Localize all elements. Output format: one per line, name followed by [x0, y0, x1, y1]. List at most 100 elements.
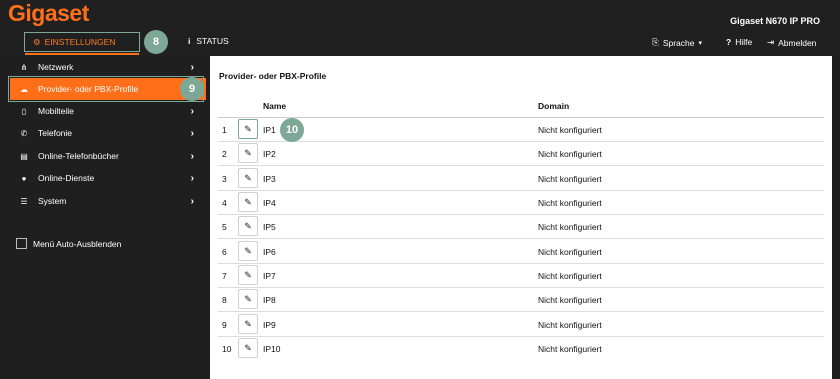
- globe-icon: ●: [21, 173, 27, 183]
- profile-name: IP9: [263, 320, 276, 330]
- profile-domain: Nicht konfiguriert: [538, 271, 602, 281]
- phone-icon: ✆: [20, 128, 28, 138]
- table-row: 2 ✎ IP2 Nicht konfiguriert: [218, 142, 824, 166]
- book-icon: ▤: [20, 151, 28, 161]
- profile-name: IP1: [263, 125, 276, 135]
- page-title: Provider- oder PBX-Profile: [219, 71, 327, 81]
- language-dropdown[interactable]: ⎘ Sprache ▾: [652, 37, 702, 48]
- row-number: 6: [222, 247, 227, 257]
- column-header-name: Name: [263, 101, 287, 111]
- profile-name: IP4: [263, 198, 276, 208]
- top-bar: Gigaset Gigaset N670 IP PRO ⚙ EINSTELLUN…: [0, 0, 840, 56]
- sidebar-item-telefonie[interactable]: ✆ Telefonie ›: [10, 122, 206, 144]
- column-header-domain: Domain: [538, 101, 570, 111]
- pencil-icon: ✎: [244, 269, 252, 280]
- table-row: 9 ✎ IP9 Nicht konfiguriert: [218, 313, 824, 337]
- autohide-checkbox[interactable]: [16, 238, 27, 249]
- tab-status-label: STATUS: [196, 36, 229, 46]
- profile-domain: Nicht konfiguriert: [538, 344, 602, 354]
- profile-domain: Nicht konfiguriert: [538, 320, 602, 330]
- edit-button[interactable]: ✎: [238, 192, 258, 212]
- sidebar-item-mobilteile[interactable]: ▯ Mobilteile ›: [10, 100, 206, 122]
- network-icon: ⋔: [20, 62, 28, 72]
- edit-button[interactable]: ✎: [238, 314, 258, 334]
- chevron-right-icon: ›: [190, 61, 194, 73]
- sidebar-item-label: Telefonie: [38, 128, 73, 138]
- sidebar-item-online-telefonbuecher[interactable]: ▤ Online-Telefonbücher ›: [10, 145, 206, 167]
- help-icon: ?: [726, 37, 732, 47]
- profile-name: IP8: [263, 295, 276, 305]
- sidebar-item-netzwerk[interactable]: ⋔ Netzwerk ›: [10, 56, 206, 78]
- profile-domain: Nicht konfiguriert: [538, 174, 602, 184]
- main-panel: Provider- oder PBX-Profile Name Domain 1…: [210, 56, 832, 379]
- sidebar-item-label: Online-Dienste: [38, 173, 95, 183]
- table-row: 5 ✎ IP5 Nicht konfiguriert: [218, 215, 824, 239]
- logout-link[interactable]: ⇥ Abmelden: [767, 37, 816, 48]
- tab-einstellungen[interactable]: ⚙ EINSTELLUNGEN: [24, 32, 140, 55]
- edit-button[interactable]: ✎: [238, 168, 258, 188]
- pencil-icon: ✎: [244, 245, 252, 256]
- language-label: Sprache: [662, 37, 695, 48]
- help-label: Hilfe: [735, 37, 753, 47]
- tab-einstellungen-label: EINSTELLUNGEN: [44, 37, 116, 47]
- sidebar-item-system[interactable]: ☰ System ›: [10, 190, 206, 212]
- edit-button[interactable]: ✎: [238, 119, 258, 139]
- row-number: 7: [222, 271, 227, 281]
- profile-domain: Nicht konfiguriert: [538, 125, 602, 135]
- table-row: 8 ✎ IP8 Nicht konfiguriert: [218, 288, 824, 312]
- table-row: 4 ✎ IP4 Nicht konfiguriert: [218, 191, 824, 215]
- callout-badge-9: 9: [180, 77, 204, 101]
- tab-status[interactable]: i STATUS: [188, 36, 229, 46]
- profile-name: IP5: [263, 222, 276, 232]
- sidebar-item-label: Provider- oder PBX-Profile: [38, 84, 139, 94]
- chevron-right-icon: ›: [190, 150, 194, 162]
- help-link[interactable]: ? Hilfe: [726, 37, 752, 47]
- sidebar-item-provider-profile[interactable]: ☁ Provider- oder PBX-Profile: [8, 76, 206, 102]
- profile-name: IP3: [263, 174, 276, 184]
- row-number: 3: [222, 174, 227, 184]
- edit-button[interactable]: ✎: [238, 338, 258, 358]
- row-number: 1: [222, 125, 227, 135]
- edit-button[interactable]: ✎: [238, 216, 258, 236]
- language-icon: ⎘: [652, 37, 659, 47]
- row-number: 4: [222, 198, 227, 208]
- row-number: 8: [222, 295, 227, 305]
- profile-domain: Nicht konfiguriert: [538, 247, 602, 257]
- edit-button[interactable]: ✎: [238, 289, 258, 309]
- handset-icon: ▯: [21, 106, 27, 116]
- table-row: 3 ✎ IP3 Nicht konfiguriert: [218, 167, 824, 191]
- sliders-icon: ☰: [20, 196, 28, 206]
- gigaset-logo[interactable]: Gigaset: [8, 0, 89, 27]
- table-row: 10 ✎ IP10 Nicht konfiguriert: [218, 337, 824, 361]
- pencil-icon: ✎: [244, 196, 252, 207]
- pencil-icon: ✎: [244, 293, 252, 304]
- chevron-right-icon: ›: [190, 127, 194, 139]
- pencil-icon: ✎: [244, 123, 252, 134]
- edit-button[interactable]: ✎: [238, 241, 258, 261]
- chevron-right-icon: ›: [190, 172, 194, 184]
- logout-icon: ⇥: [767, 37, 775, 47]
- row-number: 9: [222, 320, 227, 330]
- sidebar-item-label: Netzwerk: [38, 62, 74, 72]
- table-row: 7 ✎ IP7 Nicht konfiguriert: [218, 264, 824, 288]
- sidebar-item-label: Online-Telefonbücher: [38, 151, 119, 161]
- pencil-icon: ✎: [244, 220, 252, 231]
- row-number: 10: [222, 344, 232, 354]
- chevron-right-icon: ›: [190, 195, 194, 207]
- row-number: 2: [222, 149, 227, 159]
- profile-domain: Nicht konfiguriert: [538, 198, 602, 208]
- profile-domain: Nicht konfiguriert: [538, 295, 602, 305]
- sidebar-item-label: System: [38, 196, 67, 206]
- pencil-icon: ✎: [244, 318, 252, 329]
- autohide-option[interactable]: Menü Auto-Ausblenden: [16, 238, 121, 249]
- profile-name: IP6: [263, 247, 276, 257]
- profile-name: IP10: [263, 344, 281, 354]
- profile-name: IP7: [263, 271, 276, 281]
- edit-button[interactable]: ✎: [238, 265, 258, 285]
- pencil-icon: ✎: [244, 342, 252, 353]
- gears-icon: ⚙: [33, 36, 41, 47]
- sidebar-item-online-dienste[interactable]: ● Online-Dienste ›: [10, 167, 206, 189]
- edit-button[interactable]: ✎: [238, 143, 258, 163]
- table-row: 6 ✎ IP6 Nicht konfiguriert: [218, 240, 824, 264]
- cloud-icon: ☁: [20, 84, 28, 94]
